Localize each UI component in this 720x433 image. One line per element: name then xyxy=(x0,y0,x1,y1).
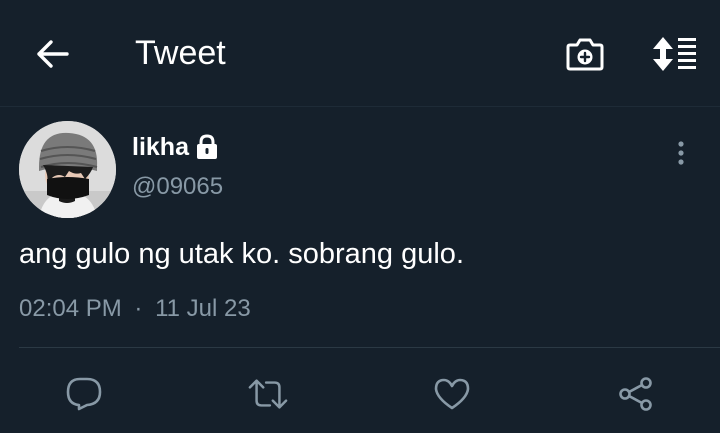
page-title: Tweet xyxy=(135,34,226,72)
timestamp-separator: · xyxy=(134,295,143,322)
top-app-bar: Tweet xyxy=(0,0,720,107)
more-vertical-icon xyxy=(678,141,684,165)
tweet-time: 02:04 PM xyxy=(19,295,122,322)
sort-order-icon xyxy=(653,37,696,71)
share-icon xyxy=(619,377,652,411)
retweet-icon xyxy=(248,379,288,409)
divider xyxy=(19,347,720,348)
tweet-text: ang gulo ng utak ko. sobrang gulo. xyxy=(19,238,464,270)
arrow-left-icon xyxy=(37,40,69,68)
share-button[interactable] xyxy=(616,374,656,414)
tweet-timestamp: 02:04 PM · 11 Jul 23 xyxy=(19,294,251,324)
tweet-date: 11 Jul 23 xyxy=(155,295,251,322)
reply-icon xyxy=(66,377,102,411)
lock-icon xyxy=(195,134,219,160)
sort-button[interactable] xyxy=(648,33,700,75)
user-handle[interactable]: @09065 xyxy=(132,172,223,202)
back-button[interactable] xyxy=(30,34,74,74)
more-options-button[interactable] xyxy=(664,136,698,170)
retweet-button[interactable] xyxy=(248,374,288,414)
author-name-row[interactable]: likha xyxy=(132,132,219,162)
camera-button[interactable] xyxy=(563,33,607,75)
avatar[interactable] xyxy=(19,121,116,218)
heart-icon xyxy=(434,378,470,410)
reply-button[interactable] xyxy=(64,374,104,414)
tweet-detail-screen: Tweet likha @09065 ang gulo ng utak ko. … xyxy=(0,0,720,433)
avatar-image xyxy=(19,121,116,218)
display-name[interactable]: likha xyxy=(132,132,189,162)
camera-plus-icon xyxy=(566,38,604,71)
like-button[interactable] xyxy=(432,374,472,414)
